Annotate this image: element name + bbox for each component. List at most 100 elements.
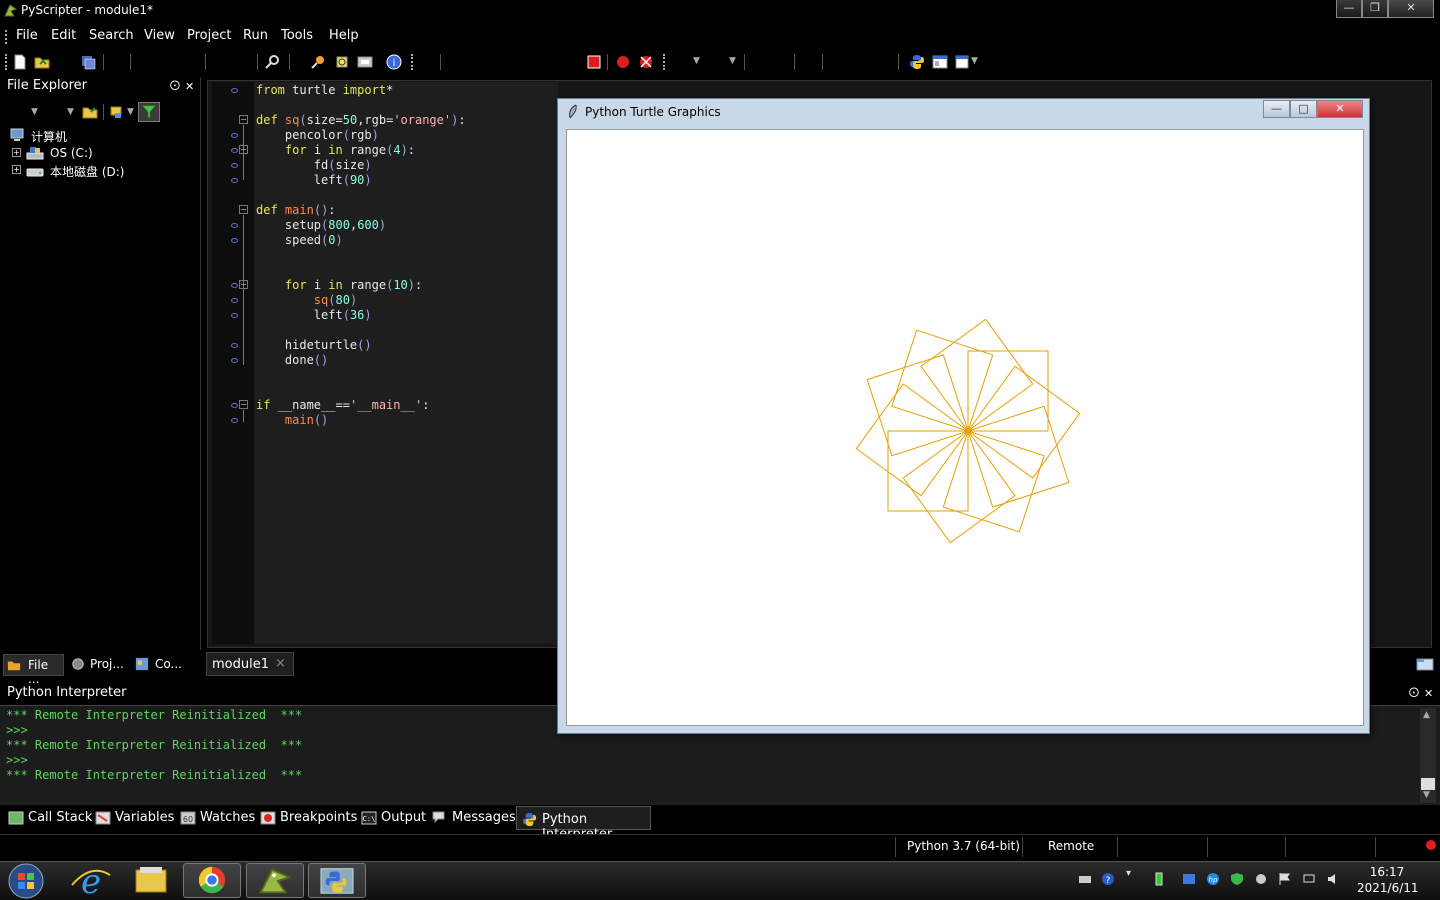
new-file-icon[interactable] [12, 54, 28, 70]
file-explorer-taskbar-icon[interactable] [122, 863, 180, 898]
turtle-minimize-button[interactable]: — [1263, 100, 1290, 118]
tab-output[interactable]: Output [381, 810, 426, 825]
tree-item-drive-c[interactable]: OS (C:) [50, 146, 93, 160]
menu-help[interactable]: Help [329, 28, 359, 43]
ime-icon[interactable]: ▾ [1126, 868, 1131, 879]
turtle-close-button[interactable]: ✕ [1317, 100, 1363, 118]
tray-tool-icon[interactable] [1254, 872, 1268, 886]
toolbar-grip[interactable] [663, 54, 665, 70]
security-shield-icon[interactable] [1230, 872, 1244, 886]
chevron-down-icon[interactable]: ▼ [971, 56, 978, 66]
start-button-icon[interactable] [6, 862, 46, 900]
line-marker[interactable] [231, 148, 238, 153]
expand-icon[interactable]: + [12, 148, 21, 157]
chevron-down-icon[interactable]: ▼ [31, 107, 38, 117]
info-icon[interactable]: i [386, 54, 402, 70]
tab-variables[interactable]: Variables [115, 810, 174, 825]
line-marker[interactable] [231, 298, 238, 303]
line-marker[interactable] [231, 358, 238, 363]
line-marker[interactable] [231, 238, 238, 243]
pyscripter-taskbar-icon[interactable] [246, 863, 304, 898]
menu-run[interactable]: Run [243, 28, 268, 43]
tab-module1[interactable]: module1 × [206, 652, 294, 676]
close-icon[interactable]: ✕ [1424, 687, 1433, 700]
line-marker[interactable] [231, 313, 238, 318]
minimize-button[interactable]: — [1336, 0, 1362, 18]
turtle-maximize-button[interactable]: □ [1290, 100, 1317, 118]
menu-file[interactable]: File [16, 28, 38, 43]
line-marker[interactable] [231, 403, 238, 408]
tab-messages[interactable]: Messages [452, 810, 516, 825]
line-marker[interactable] [231, 223, 238, 228]
keyboard-icon[interactable] [1078, 872, 1092, 886]
flag-icon[interactable] [1278, 872, 1292, 886]
volume-icon[interactable] [1326, 872, 1340, 886]
expand-icon[interactable]: + [12, 165, 21, 174]
chevron-down-icon[interactable]: ▼ [127, 107, 134, 117]
window-layout-icon[interactable] [955, 54, 971, 70]
line-marker[interactable] [231, 418, 238, 423]
line-marker[interactable] [231, 178, 238, 183]
tab-python-interpreter[interactable]: Python Interpreter [516, 806, 651, 842]
line-marker[interactable] [231, 343, 238, 348]
fold-toggle-icon[interactable]: − [239, 280, 248, 289]
layout-icon[interactable] [932, 54, 948, 70]
close-button[interactable]: ✕ [1388, 0, 1434, 18]
tab-file-explorer[interactable]: File ... [3, 654, 64, 686]
replace-icon[interactable] [334, 54, 350, 70]
fold-toggle-icon[interactable]: − [239, 145, 248, 154]
scroll-down-icon[interactable]: ▼ [1423, 790, 1430, 800]
goto-line-icon[interactable] [357, 54, 373, 70]
chevron-down-icon[interactable]: ▼ [693, 56, 700, 66]
interpreter-scrollbar[interactable]: ▲ ▼ [1420, 708, 1436, 803]
fold-toggle-icon[interactable]: − [239, 400, 248, 409]
network-icon[interactable] [1302, 872, 1316, 886]
line-marker[interactable] [231, 133, 238, 138]
tab-call-stack[interactable]: Call Stack [28, 810, 92, 825]
python-turtle-taskbar-icon[interactable] [308, 863, 366, 898]
scroll-up-icon[interactable]: ▲ [1423, 710, 1430, 720]
network-tool-icon[interactable] [1182, 872, 1196, 886]
tree-item-computer[interactable]: 计算机 [31, 128, 67, 145]
status-engine[interactable]: Remote [1048, 839, 1094, 853]
menu-search[interactable]: Search [89, 28, 134, 43]
help-icon[interactable]: ? [1101, 872, 1115, 886]
close-icon[interactable]: ✕ [185, 80, 194, 93]
stop-icon[interactable] [586, 54, 602, 70]
pin-icon[interactable]: ⨀ [1409, 687, 1419, 698]
editor-folder-icon[interactable] [1416, 656, 1434, 672]
line-marker[interactable] [231, 283, 238, 288]
clock-date[interactable]: 2021/6/11 [1357, 881, 1419, 895]
internet-explorer-icon[interactable]: e [62, 863, 120, 898]
menu-edit[interactable]: Edit [51, 28, 76, 43]
tree-item-drive-d[interactable]: 本地磁盘 (D:) [50, 163, 124, 180]
menu-view[interactable]: View [144, 28, 175, 43]
clear-breakpoints-icon[interactable] [638, 54, 654, 70]
hp-icon[interactable]: hp [1206, 872, 1220, 886]
tab-project-explorer[interactable]: Proj... [68, 654, 128, 676]
fold-toggle-icon[interactable]: − [239, 205, 248, 214]
fold-toggle-icon[interactable]: − [239, 115, 248, 124]
tab-breakpoints[interactable]: Breakpoints [280, 810, 357, 825]
chevron-down-icon[interactable]: ▼ [67, 107, 74, 117]
browse-folder-icon[interactable] [81, 104, 99, 120]
breakpoint-icon[interactable] [615, 54, 631, 70]
open-folder-icon[interactable] [34, 54, 50, 70]
menu-tools[interactable]: Tools [281, 28, 313, 43]
scroll-thumb[interactable] [1421, 778, 1435, 790]
find-in-files-icon[interactable] [310, 54, 326, 70]
battery-icon[interactable] [1152, 872, 1166, 886]
save-all-icon[interactable] [80, 54, 96, 70]
pin-icon[interactable]: ⨀ [170, 80, 180, 91]
filter-icon[interactable] [138, 102, 160, 122]
python-versions-icon[interactable] [909, 54, 925, 70]
find-icon[interactable] [264, 54, 280, 70]
maximize-button[interactable]: ❐ [1362, 0, 1388, 18]
clock-time[interactable]: 16:17 [1357, 865, 1417, 879]
status-python-version[interactable]: Python 3.7 (64-bit) [907, 839, 1020, 853]
favorites-icon[interactable] [110, 104, 126, 120]
line-marker[interactable] [231, 163, 238, 168]
tab-watches[interactable]: Watches [200, 810, 255, 825]
chevron-down-icon[interactable]: ▼ [729, 56, 736, 66]
chrome-icon[interactable] [183, 863, 241, 898]
